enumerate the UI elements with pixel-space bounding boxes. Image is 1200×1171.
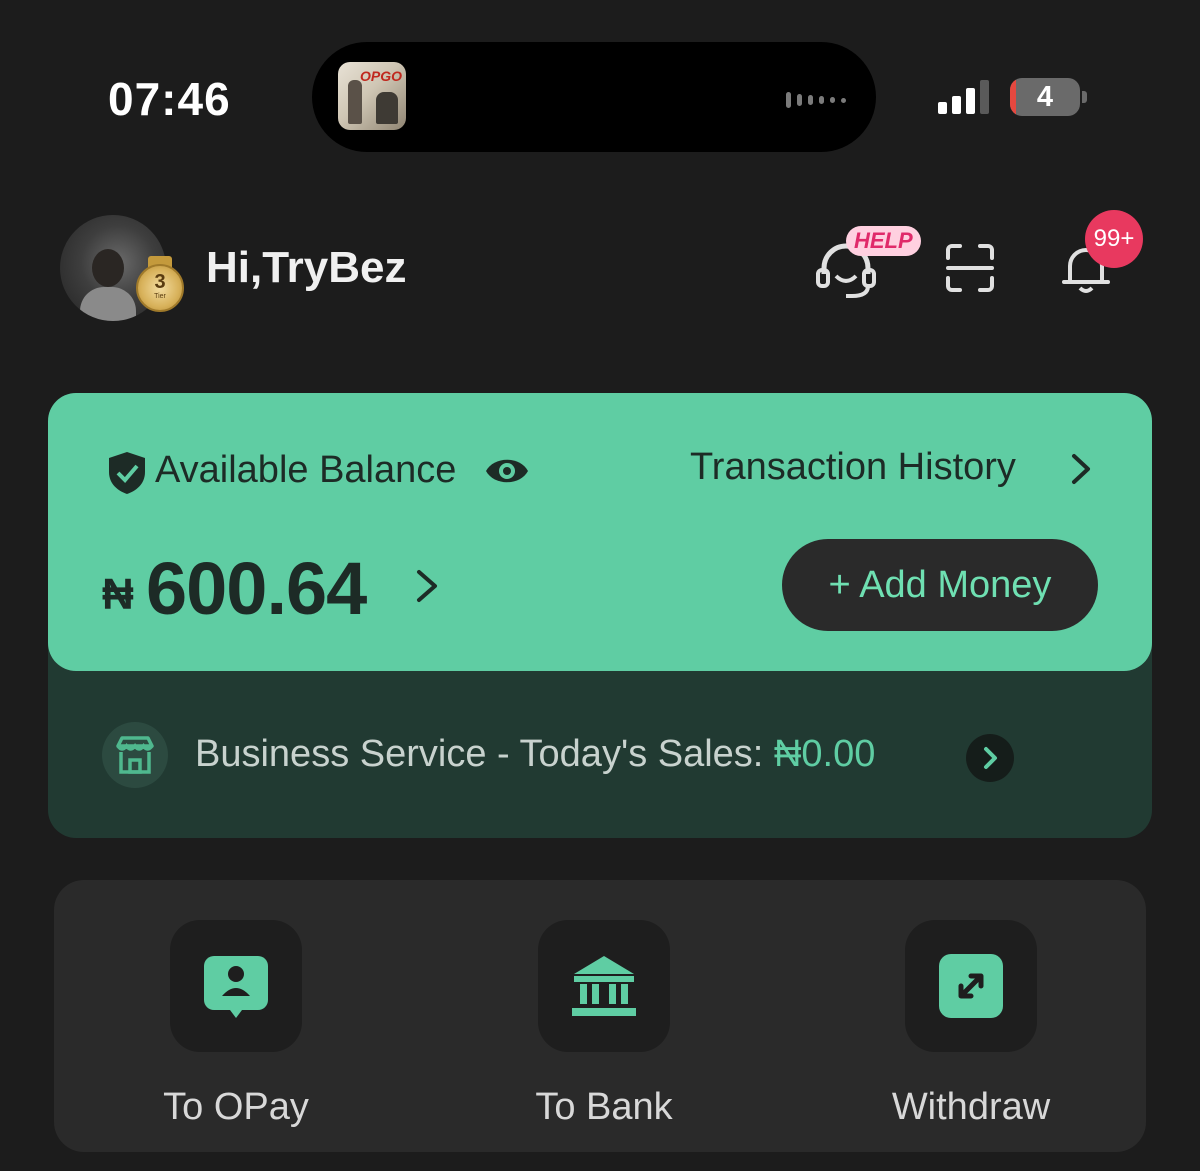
store-icon: [102, 722, 168, 788]
eye-icon[interactable]: [484, 452, 530, 490]
bank-icon: [572, 956, 636, 1016]
avatar-head: [92, 249, 124, 287]
business-service-label: Business Service - Today's Sales:: [195, 733, 774, 775]
transaction-history-link[interactable]: Transaction History: [690, 446, 1016, 489]
business-service-text[interactable]: Business Service - Today's Sales: ₦0.00: [195, 733, 875, 776]
tier-label: Tier: [154, 293, 166, 300]
now-playing-artwork[interactable]: OPGO: [338, 62, 406, 130]
chevron-right-icon[interactable]: [1068, 452, 1094, 486]
balance-amount[interactable]: 600.64: [146, 546, 367, 631]
to-bank-action[interactable]: To Bank: [484, 920, 724, 1129]
greeting: Hi,TryBez: [206, 243, 407, 292]
status-time: 07:46: [108, 73, 231, 125]
withdraw-tile[interactable]: [905, 920, 1037, 1052]
currency-symbol: ₦: [102, 570, 134, 619]
available-balance-label: Available Balance: [155, 449, 457, 491]
medal-disc: 3 Tier: [136, 264, 184, 312]
quick-actions-panel: To OPay To Bank Withdraw: [54, 880, 1146, 1152]
cellular-signal-icon: [938, 78, 989, 114]
person-chat-icon: [204, 956, 268, 1018]
battery-icon: 4: [1010, 78, 1080, 116]
dynamic-island[interactable]: OPGO: [312, 42, 876, 152]
artwork-figure: [376, 92, 398, 124]
to-opay-label: To OPay: [163, 1086, 309, 1128]
to-bank-label: To Bank: [535, 1086, 673, 1128]
todays-sales-amount: ₦0.00: [773, 733, 876, 775]
to-opay-action[interactable]: To OPay: [116, 920, 356, 1129]
avatar-body: [80, 287, 136, 321]
to-opay-tile[interactable]: [170, 920, 302, 1052]
tier-number: 3: [154, 271, 166, 293]
withdraw-action[interactable]: Withdraw: [851, 920, 1091, 1129]
chevron-right-icon[interactable]: [413, 566, 441, 606]
withdraw-label: Withdraw: [891, 1086, 1051, 1128]
artwork-title: OPGO: [360, 68, 403, 84]
battery-tip: [1082, 91, 1087, 103]
chevron-right-icon[interactable]: [966, 734, 1014, 782]
artwork-figure: [348, 80, 362, 124]
add-money-button[interactable]: + Add Money: [782, 539, 1098, 631]
withdraw-arrows-icon: [939, 954, 1003, 1018]
battery-level: 4: [1036, 81, 1054, 113]
help-badge[interactable]: HELP: [846, 226, 921, 256]
shield-check-icon: [109, 452, 145, 494]
tier-medal-icon[interactable]: 3 Tier: [134, 256, 186, 318]
audio-waveform-icon: [786, 92, 846, 108]
notification-badge: 99+: [1085, 210, 1143, 268]
to-bank-tile[interactable]: [538, 920, 670, 1052]
scan-icon[interactable]: [944, 242, 996, 294]
